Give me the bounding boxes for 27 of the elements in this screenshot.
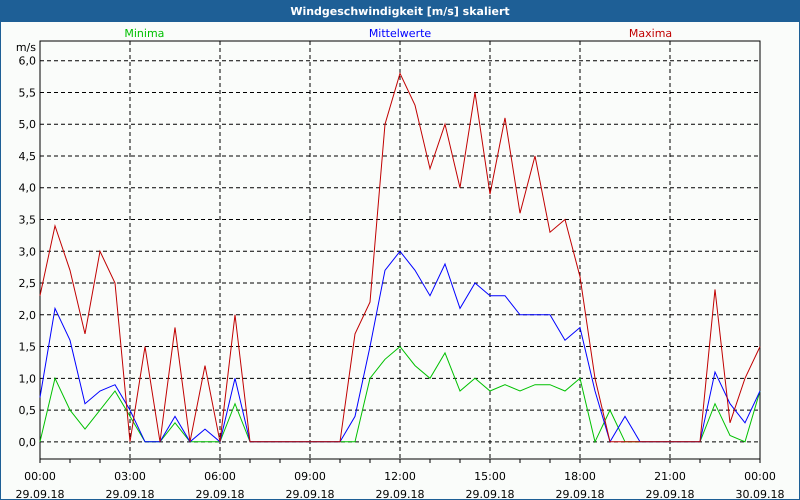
- x-tick-label: 00:00 30.09.18: [736, 470, 784, 499]
- y-tick-label: 3,5: [18, 214, 36, 226]
- y-tick-label: 0,5: [18, 404, 36, 418]
- y-tick-label: 4,5: [18, 150, 36, 163]
- legend-label: Minima: [124, 27, 164, 40]
- x-tick-label: 21:00 29.09.18: [646, 470, 694, 499]
- x-tick-label: 18:00 29.09.18: [556, 470, 604, 499]
- y-tick-label: 6,0: [18, 54, 36, 68]
- y-tick-label: 2,0: [18, 308, 36, 322]
- y-tick-label: 1,0: [18, 372, 36, 386]
- y-tick-label: 0,0: [18, 436, 36, 449]
- y-tick-label: 5,0: [18, 118, 36, 132]
- x-tick-label: 00:00 29.09.18: [16, 470, 64, 499]
- legend-label: Maxima: [628, 27, 672, 40]
- x-tick-label: 09:00 29.09.18: [286, 470, 334, 499]
- x-tick-label: 15:00 29.09.18: [466, 470, 514, 499]
- x-tick-label: 03:00 29.09.18: [106, 470, 154, 499]
- y-tick-label: 4,0: [18, 182, 36, 195]
- y-tick-label: 2,5: [18, 277, 36, 290]
- y-axis-unit: m/s: [16, 41, 36, 54]
- y-tick-label: 3,0: [18, 245, 36, 258]
- y-tick-label: 1,5: [18, 340, 36, 354]
- x-tick-label: 06:00 29.09.18: [196, 470, 244, 499]
- x-tick-label: 12:00 29.09.18: [376, 470, 424, 499]
- window-title: Windgeschwindigkeit [m/s] skaliert: [290, 5, 510, 18]
- legend-label: Mittelwerte: [368, 27, 432, 40]
- y-tick-label: 5,5: [18, 86, 36, 100]
